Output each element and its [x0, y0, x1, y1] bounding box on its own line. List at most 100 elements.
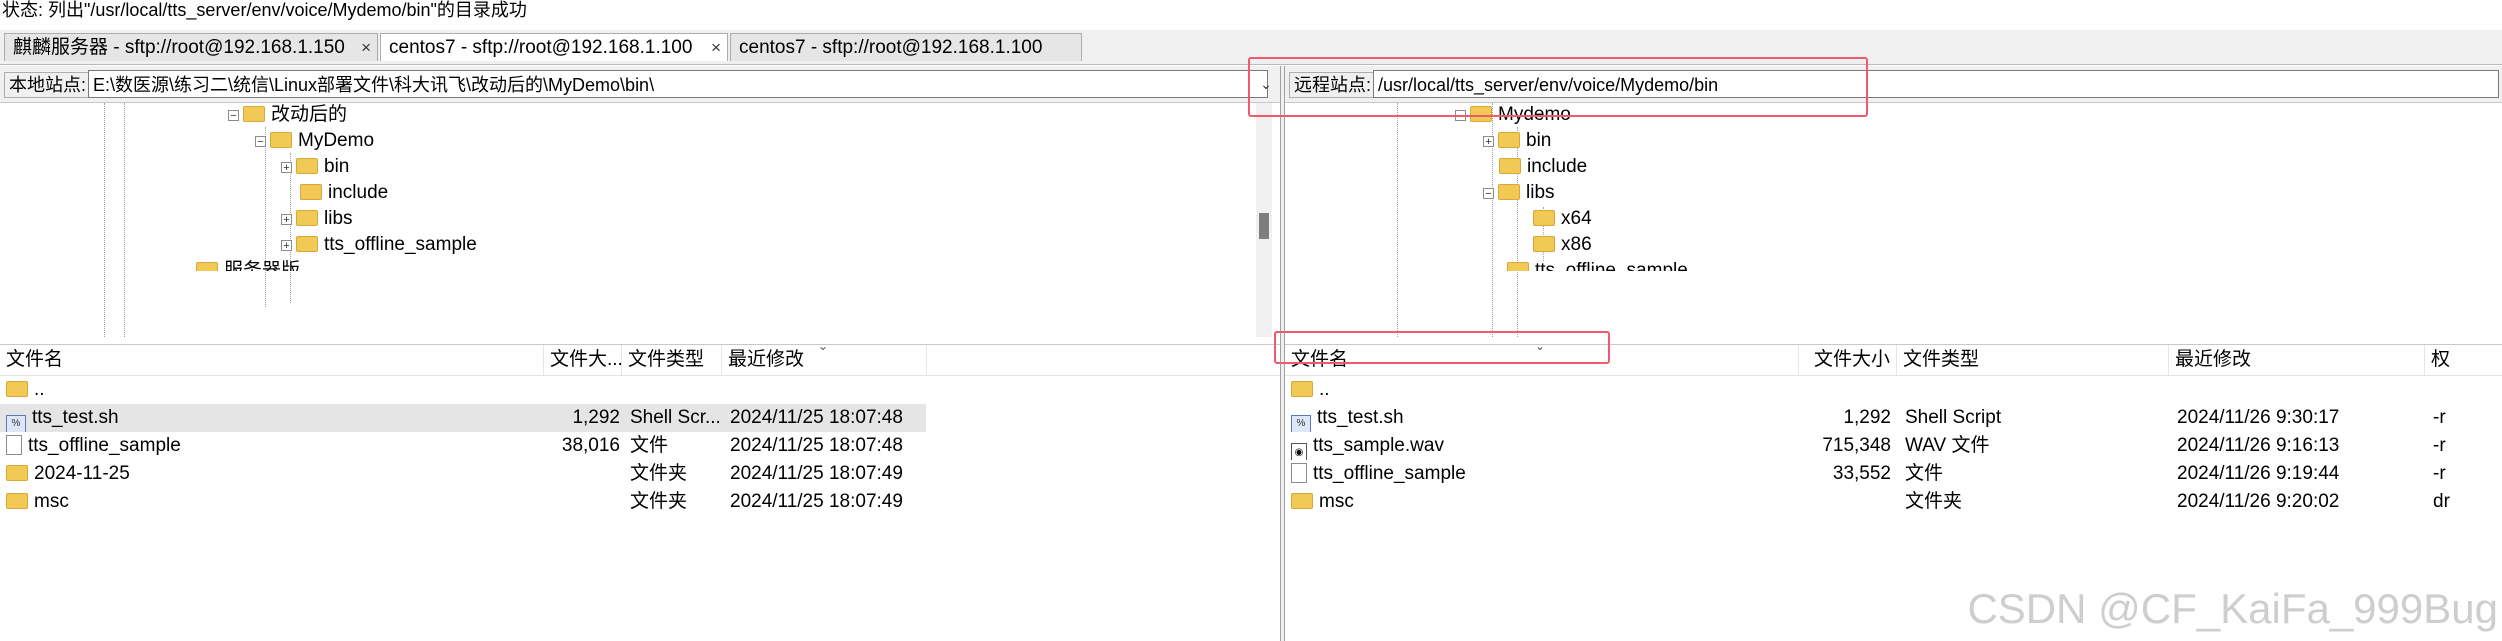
column-size[interactable]: 文件大小 [1799, 345, 1897, 375]
scroll-thumb[interactable] [1259, 213, 1269, 239]
tree-node-label: 服务器版 [224, 260, 301, 271]
expand-icon[interactable]: + [1483, 136, 1494, 148]
table-row[interactable]: msc 文件夹 2024/11/26 9:20:02 dr [1285, 488, 2502, 516]
tab-bar: 麒麟服务器 - sftp://root@192.168.1.150 × cent… [0, 30, 2502, 65]
folder-icon [296, 210, 318, 226]
tree-node[interactable]: 服务器版 [196, 259, 300, 271]
sort-caret-icon: ⌄ [818, 339, 829, 353]
file-name: msc [1319, 491, 1354, 512]
file-modified: 2024/11/26 9:19:44 [2177, 463, 2340, 484]
file-type: Shell Script [1905, 407, 2002, 428]
tree-node-label: include [328, 182, 389, 203]
tree-node[interactable]: + libs [281, 207, 353, 231]
file-name: tts_sample.wav [1313, 435, 1444, 456]
folder-icon [1499, 158, 1521, 174]
folder-icon [1291, 493, 1313, 509]
close-icon[interactable]: × [361, 34, 371, 62]
tree-node[interactable]: tts_offline_sample [1507, 259, 1688, 271]
expand-icon[interactable]: + [281, 240, 292, 252]
table-row[interactable]: .. [1285, 376, 2502, 404]
tree-node[interactable]: − MyDemo [255, 129, 374, 153]
column-name[interactable]: 文件名 [0, 345, 544, 375]
tree-node[interactable]: + bin [1483, 129, 1551, 153]
tree-node[interactable]: x86 [1533, 233, 1592, 257]
expand-icon[interactable]: + [281, 214, 292, 226]
file-name: .. [34, 379, 45, 400]
tree-node-label: tts_offline_sample [1535, 260, 1688, 271]
file-modified: 2024/11/26 9:30:17 [2177, 407, 2340, 428]
folder-icon [196, 262, 218, 271]
table-row[interactable]: .. [0, 376, 1280, 404]
column-type[interactable]: 文件类型 [1897, 345, 2169, 375]
folder-icon [300, 184, 322, 200]
folder-icon [1498, 132, 1520, 148]
file-size: 715,348 [1822, 435, 1891, 456]
tab-label: centos7 - sftp://root@192.168.1.100 [739, 37, 1043, 58]
table-row[interactable]: % tts_test.sh 1,292 Shell Scr... 2024/11/… [0, 404, 926, 432]
tab-centos7-2[interactable]: centos7 - sftp://root@192.168.1.100 [730, 33, 1082, 61]
table-row[interactable]: 2024-11-25 文件夹 2024/11/25 18:07:49 [0, 460, 1280, 488]
script-file-icon: % [6, 415, 26, 432]
file-modified: 2024/11/25 18:07:48 [730, 407, 903, 428]
tree-node[interactable]: − Mydemo [1455, 103, 1571, 127]
file-modified: 2024/11/25 18:07:49 [730, 491, 903, 512]
file-modified: 2024/11/25 18:07:48 [730, 435, 903, 456]
tab-kylin-server[interactable]: 麒麟服务器 - sftp://root@192.168.1.150 × [4, 33, 378, 61]
table-row[interactable]: % tts_test.sh 1,292 Shell Script 2024/11/… [1285, 404, 2502, 432]
sort-caret-icon: ⌄ [1535, 339, 1546, 353]
tree-node[interactable]: include [1499, 155, 1587, 179]
file-permissions: dr [2433, 491, 2450, 512]
tree-node[interactable]: − 改动后的 [228, 103, 347, 127]
file-permissions: -r [2433, 407, 2446, 428]
tree-node-label: bin [324, 156, 350, 177]
tree-node[interactable]: + bin [281, 155, 349, 179]
file-permissions: -r [2433, 463, 2446, 484]
file-name: .. [1319, 379, 1330, 400]
file-size: 33,552 [1832, 463, 1891, 484]
local-pane: 本地站点: E:\数医源\练习二\统信\Linux部署文件\科大讯飞\改动后的\… [0, 66, 1281, 641]
folder-icon [1291, 381, 1313, 397]
chevron-down-icon[interactable]: ⌄ [1252, 70, 1280, 98]
file-name: tts_test.sh [32, 407, 119, 428]
remote-directory-tree: − Mydemo + bin include − libs x64 x86 tts_o… [1285, 103, 2502, 337]
file-modified: 2024/11/26 9:16:13 [2177, 435, 2340, 456]
tree-node-label: MyDemo [298, 130, 375, 151]
audio-file-icon: ◉ [1291, 443, 1307, 460]
folder-icon [6, 493, 28, 509]
collapse-icon[interactable]: − [255, 136, 266, 148]
folder-icon [1507, 262, 1529, 271]
collapse-icon[interactable]: − [1483, 188, 1494, 200]
column-type[interactable]: 文件类型 [622, 345, 722, 375]
folder-icon [296, 236, 318, 252]
remote-path-input[interactable]: /usr/local/tts_server/env/voice/Mydemo/b… [1373, 70, 2499, 98]
column-size[interactable]: 文件大... [544, 345, 623, 375]
file-icon [1291, 463, 1307, 483]
tree-node[interactable]: x64 [1533, 207, 1592, 231]
table-row[interactable]: msc 文件夹 2024/11/25 18:07:49 [0, 488, 1280, 516]
table-row[interactable]: tts_offline_sample 38,016 文件 2024/11/25 … [0, 432, 1280, 460]
tree-node-label: tts_offline_sample [324, 234, 477, 255]
tree-node[interactable]: − libs [1483, 181, 1555, 205]
table-row[interactable]: ◉ tts_sample.wav 715,348 WAV 文件 2024/11/2… [1285, 432, 2502, 460]
close-icon[interactable]: × [711, 34, 721, 62]
collapse-icon[interactable]: − [228, 110, 239, 122]
local-site-bar: 本地站点: E:\数医源\练习二\统信\Linux部署文件\科大讯飞\改动后的\… [0, 66, 1280, 103]
expand-icon[interactable]: + [281, 162, 292, 174]
tree-node[interactable]: + tts_offline_sample [281, 233, 477, 257]
column-modified[interactable]: 最近修改 [2169, 345, 2425, 375]
file-size: 1,292 [572, 407, 620, 428]
local-site-label: 本地站点: [4, 72, 92, 98]
tab-centos7-1[interactable]: centos7 - sftp://root@192.168.1.100 × [380, 33, 728, 61]
folder-icon [243, 106, 265, 122]
tree-node[interactable]: include [300, 181, 388, 205]
file-type: 文件夹 [630, 491, 688, 512]
tree-node-label: bin [1526, 130, 1552, 151]
table-row[interactable]: tts_offline_sample 33,552 文件 2024/11/26 … [1285, 460, 2502, 488]
collapse-icon[interactable]: − [1455, 110, 1466, 122]
column-permissions[interactable]: 权 [2425, 345, 2502, 375]
status-message: 状态: 列出"/usr/local/tts_server/env/voice/M… [2, 0, 527, 20]
file-type: WAV 文件 [1905, 435, 1990, 456]
tree-node-label: libs [1526, 182, 1555, 203]
local-path-input[interactable]: E:\数医源\练习二\统信\Linux部署文件\科大讯飞\改动后的\MyDemo… [88, 70, 1268, 98]
tree-scrollbar[interactable] [1256, 103, 1272, 337]
